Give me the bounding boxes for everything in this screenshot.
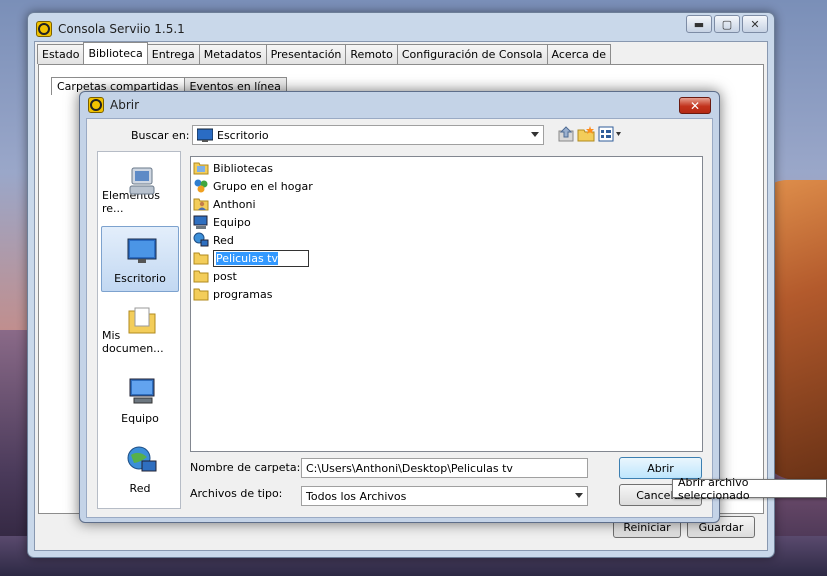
rename-input[interactable]: Peliculas tv bbox=[213, 249, 309, 267]
file-name: Anthoni bbox=[213, 197, 256, 211]
up-folder-icon[interactable] bbox=[557, 126, 575, 142]
open-tooltip: Abrir archivo seleccionado bbox=[672, 476, 827, 502]
place-label: Escritorio bbox=[114, 272, 166, 285]
tab-entrega[interactable]: Entrega bbox=[146, 44, 200, 64]
place-recent-items[interactable]: Elementos re... bbox=[101, 156, 179, 222]
dialog-titlebar: Abrir bbox=[88, 97, 139, 113]
look-in-value: Escritorio bbox=[217, 128, 269, 142]
file-name: Grupo en el hogar bbox=[213, 179, 313, 193]
file-name: programas bbox=[213, 287, 273, 301]
place-my-documents[interactable]: Mis documen... bbox=[101, 296, 179, 362]
file-name: Red bbox=[213, 233, 234, 247]
window-titlebar: Consola Serviio 1.5.1 bbox=[36, 19, 185, 39]
place-computer[interactable]: Equipo bbox=[101, 366, 179, 432]
list-item[interactable]: Grupo en el hogar bbox=[193, 177, 313, 195]
folder-name-field[interactable]: C:\Users\Anthoni\Desktop\Peliculas tv bbox=[301, 458, 588, 478]
libraries-icon bbox=[193, 162, 209, 175]
file-type-label: Archivos de tipo: bbox=[190, 487, 283, 500]
minimize-button[interactable]: ▬ bbox=[686, 15, 712, 33]
file-name: Equipo bbox=[213, 215, 251, 229]
tab-acerca-de[interactable]: Acerca de bbox=[546, 44, 611, 64]
list-item-editing[interactable]: Peliculas tv bbox=[193, 249, 309, 267]
place-label: Equipo bbox=[121, 412, 159, 425]
folder-icon bbox=[193, 288, 209, 301]
network-icon bbox=[127, 446, 157, 472]
place-label: Red bbox=[129, 482, 151, 495]
user-folder-icon bbox=[193, 198, 209, 211]
tab-configuracion-consola[interactable]: Configuración de Consola bbox=[396, 44, 548, 64]
chevron-down-icon bbox=[531, 132, 539, 137]
documents-icon bbox=[128, 307, 156, 334]
close-button[interactable]: ✕ bbox=[742, 15, 768, 33]
place-desktop[interactable]: Escritorio bbox=[101, 226, 179, 292]
folder-name-label: Nombre de carpeta: bbox=[190, 461, 301, 474]
dialog-client-area: Buscar en: Escritorio Elementos re... Es… bbox=[86, 118, 713, 518]
view-menu-icon[interactable] bbox=[598, 126, 622, 142]
file-type-combo[interactable]: Todos los Archivos bbox=[301, 486, 588, 506]
file-name: post bbox=[213, 269, 237, 283]
desktop-icon bbox=[127, 238, 157, 263]
desktop-icon bbox=[197, 128, 213, 142]
look-in-combo[interactable]: Escritorio bbox=[192, 125, 544, 145]
computer-icon bbox=[193, 215, 208, 229]
main-tabs: Estado Biblioteca Entrega Metadatos Pres… bbox=[37, 42, 611, 64]
folder-icon bbox=[193, 270, 209, 283]
tab-metadatos[interactable]: Metadatos bbox=[198, 44, 267, 64]
computer-icon bbox=[129, 378, 155, 404]
look-in-label: Buscar en: bbox=[131, 129, 190, 142]
tab-remoto[interactable]: Remoto bbox=[345, 44, 398, 64]
serviio-app-icon bbox=[88, 97, 104, 113]
maximize-button[interactable]: ▢ bbox=[714, 15, 740, 33]
place-network[interactable]: Red bbox=[101, 436, 179, 502]
list-item[interactable]: Equipo bbox=[193, 213, 251, 231]
list-item[interactable]: Bibliotecas bbox=[193, 159, 273, 177]
file-name: Bibliotecas bbox=[213, 161, 274, 175]
list-item[interactable]: Anthoni bbox=[193, 195, 256, 213]
dialog-close-button[interactable]: ✕ bbox=[679, 97, 711, 114]
open-dialog: Abrir ✕ Buscar en: Escritorio Elementos … bbox=[79, 91, 720, 523]
caption-buttons: ▬ ▢ ✕ bbox=[686, 15, 768, 33]
dialog-title: Abrir bbox=[110, 98, 140, 112]
tab-presentacion[interactable]: Presentación bbox=[265, 44, 347, 64]
tab-biblioteca[interactable]: Biblioteca bbox=[83, 42, 148, 64]
folder-icon bbox=[193, 252, 209, 265]
file-list: Bibliotecas Grupo en el hogar Anthoni Eq… bbox=[190, 156, 703, 452]
window-title: Consola Serviio 1.5.1 bbox=[58, 22, 185, 36]
homegroup-icon bbox=[194, 179, 208, 193]
file-type-value: Todos los Archivos bbox=[306, 489, 407, 503]
rename-selected-text: Peliculas tv bbox=[216, 251, 278, 265]
network-icon bbox=[193, 232, 209, 247]
list-item[interactable]: Red bbox=[193, 231, 234, 249]
tab-estado[interactable]: Estado bbox=[37, 44, 85, 64]
chevron-down-icon bbox=[575, 493, 583, 498]
places-bar: Elementos re... Escritorio Mis documen..… bbox=[97, 151, 181, 509]
list-item[interactable]: programas bbox=[193, 285, 272, 303]
serviio-app-icon bbox=[36, 21, 52, 37]
recent-items-icon bbox=[129, 167, 155, 195]
list-item[interactable]: post bbox=[193, 267, 237, 285]
new-folder-icon[interactable] bbox=[577, 126, 595, 142]
